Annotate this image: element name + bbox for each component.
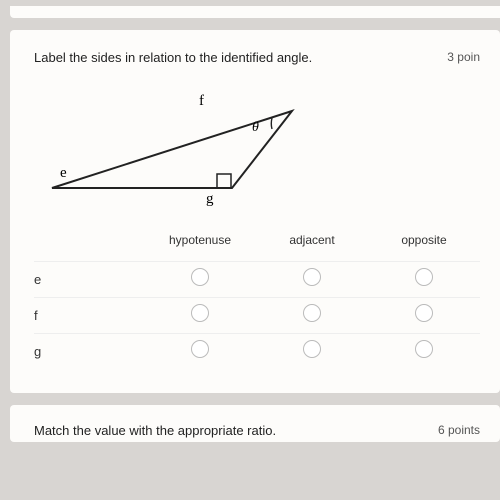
triangle-svg: f θ e g [34, 91, 304, 206]
matrix-header-row: hypotenuse adjacent opposite [34, 233, 480, 247]
question-card-1: Label the sides in relation to the ident… [10, 30, 500, 393]
radio-f-opposite[interactable] [415, 304, 433, 322]
radio-e-opposite[interactable] [415, 268, 433, 286]
row-label-f: f [34, 308, 144, 323]
col-header-adjacent: adjacent [256, 233, 368, 247]
question-prompt: Label the sides in relation to the ident… [34, 50, 312, 65]
row-label-g: g [34, 344, 144, 359]
matrix-row-f: f [34, 297, 480, 333]
points-label-2: 6 points [438, 423, 480, 437]
question-prompt-2: Match the value with the appropriate rat… [34, 423, 276, 438]
label-e: e [60, 165, 67, 181]
radio-g-hypotenuse[interactable] [191, 340, 209, 358]
col-header-opposite: opposite [368, 233, 480, 247]
label-f: f [199, 93, 204, 109]
triangle-figure: f θ e g [34, 91, 480, 211]
radio-g-adjacent[interactable] [303, 340, 321, 358]
points-label: 3 poin [447, 50, 480, 64]
radio-e-hypotenuse[interactable] [191, 268, 209, 286]
radio-f-hypotenuse[interactable] [191, 304, 209, 322]
label-g: g [206, 191, 214, 206]
question-header-2: Match the value with the appropriate rat… [34, 423, 480, 438]
matrix-row-g: g [34, 333, 480, 369]
previous-card-stub [10, 6, 500, 18]
answer-matrix: hypotenuse adjacent opposite e f g [34, 233, 480, 369]
question-card-2: Match the value with the appropriate rat… [10, 405, 500, 442]
radio-e-adjacent[interactable] [303, 268, 321, 286]
radio-f-adjacent[interactable] [303, 304, 321, 322]
question-header: Label the sides in relation to the ident… [34, 50, 480, 65]
row-label-e: e [34, 272, 144, 287]
col-header-hypotenuse: hypotenuse [144, 233, 256, 247]
radio-g-opposite[interactable] [415, 340, 433, 358]
label-theta: θ [252, 120, 259, 135]
matrix-row-e: e [34, 261, 480, 297]
